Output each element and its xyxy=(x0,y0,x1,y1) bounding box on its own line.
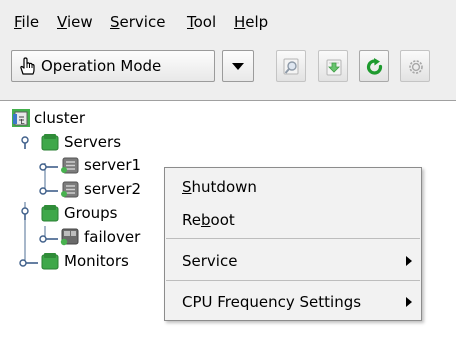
collapsed-handle-icon[interactable] xyxy=(18,255,40,273)
expanded-handle-icon[interactable] xyxy=(18,207,32,225)
menu-tool-label: ool xyxy=(193,13,217,31)
top-chrome: File View Service Tool Help Operation Mo… xyxy=(0,0,456,100)
menu-separator xyxy=(166,238,420,239)
tree-node-label: failover xyxy=(84,228,141,246)
expanded-handle-icon[interactable] xyxy=(18,136,32,154)
operation-mode-value: Operation Mode xyxy=(41,57,162,75)
menu-item-label: CPU Frequency Settings xyxy=(182,293,362,311)
menu-view-label: iew xyxy=(66,13,93,31)
server-icon xyxy=(60,179,80,203)
group-icon xyxy=(60,227,80,251)
tree-node-label: Groups xyxy=(64,204,118,222)
menu-bar: File View Service Tool Help xyxy=(0,0,456,42)
toolbar: Operation Mode xyxy=(0,42,456,100)
menu-item-shutdown[interactable]: Shutdown xyxy=(165,173,421,201)
refresh-button[interactable] xyxy=(359,50,389,82)
menu-item-label: Service xyxy=(182,252,238,270)
tree-node-label: Monitors xyxy=(64,252,129,270)
leaf-handle-icon xyxy=(38,183,60,201)
tree-node-groups[interactable]: Groups xyxy=(18,202,178,224)
operation-mode-select[interactable]: Operation Mode xyxy=(11,50,215,82)
menu-file-mnemonic: F xyxy=(14,13,22,31)
leaf-handle-icon xyxy=(38,159,60,177)
menu-service-mnemonic: S xyxy=(110,13,120,31)
menu-help-label: elp xyxy=(245,13,269,31)
context-menu: Shutdown Reboot Service CPU Frequency Se… xyxy=(164,167,422,321)
menu-item-service[interactable]: Service xyxy=(165,247,421,275)
tree-node-server2[interactable]: server2 xyxy=(38,178,158,200)
folder-green-icon xyxy=(40,251,60,275)
menu-view-mnemonic: V xyxy=(57,13,67,31)
search-icon xyxy=(283,58,299,75)
menu-service-label: ervice xyxy=(119,13,166,31)
svg-text:L: L xyxy=(21,118,25,126)
gear-icon xyxy=(409,60,423,74)
folder-green-icon xyxy=(40,203,60,227)
tree-node-label: server2 xyxy=(84,180,142,198)
menu-item-reboot[interactable]: Reboot xyxy=(165,206,421,234)
menu-file[interactable]: File xyxy=(14,11,39,33)
server-icon xyxy=(60,155,80,179)
operation-mode-dropdown-button[interactable] xyxy=(222,50,254,82)
download-icon xyxy=(326,59,342,76)
tree-node-failover[interactable]: failover xyxy=(38,226,158,248)
menu-tool-mnemonic: T xyxy=(187,13,194,31)
menu-item-label: Reboot xyxy=(182,211,235,229)
settings-button[interactable] xyxy=(400,50,430,82)
tree-node-server1[interactable]: server1 xyxy=(38,154,168,176)
menu-item-cpu-frequency-settings[interactable]: CPU Frequency Settings xyxy=(165,288,421,316)
collapsed-handle-icon[interactable] xyxy=(38,231,60,249)
menu-service[interactable]: Service xyxy=(110,11,165,33)
submenu-arrow-icon xyxy=(406,297,412,307)
menu-view[interactable]: View xyxy=(57,11,93,33)
folder-green-icon xyxy=(40,132,60,156)
download-button[interactable] xyxy=(318,50,348,82)
submenu-arrow-icon xyxy=(406,256,412,266)
hand-pointer-icon xyxy=(17,56,37,76)
tree-node-label: server1 xyxy=(84,156,142,174)
menu-file-label: ile xyxy=(21,13,40,31)
menu-tool[interactable]: Tool xyxy=(187,11,216,33)
tree-node-label: Servers xyxy=(64,133,122,151)
menu-help-mnemonic: H xyxy=(234,13,246,31)
tree-node-monitors[interactable]: Monitors xyxy=(18,250,178,272)
menu-separator xyxy=(166,280,420,281)
search-button[interactable] xyxy=(276,50,306,82)
menu-help[interactable]: Help xyxy=(234,11,268,33)
tree-node-label: cluster xyxy=(34,109,86,127)
chevron-down-icon xyxy=(232,63,244,70)
menu-item-label: Shutdown xyxy=(182,178,257,196)
cluster-icon: L xyxy=(11,108,31,132)
refresh-icon xyxy=(366,58,383,75)
tree-node-cluster[interactable]: L cluster xyxy=(11,107,171,129)
tree-node-servers[interactable]: Servers xyxy=(18,131,178,153)
